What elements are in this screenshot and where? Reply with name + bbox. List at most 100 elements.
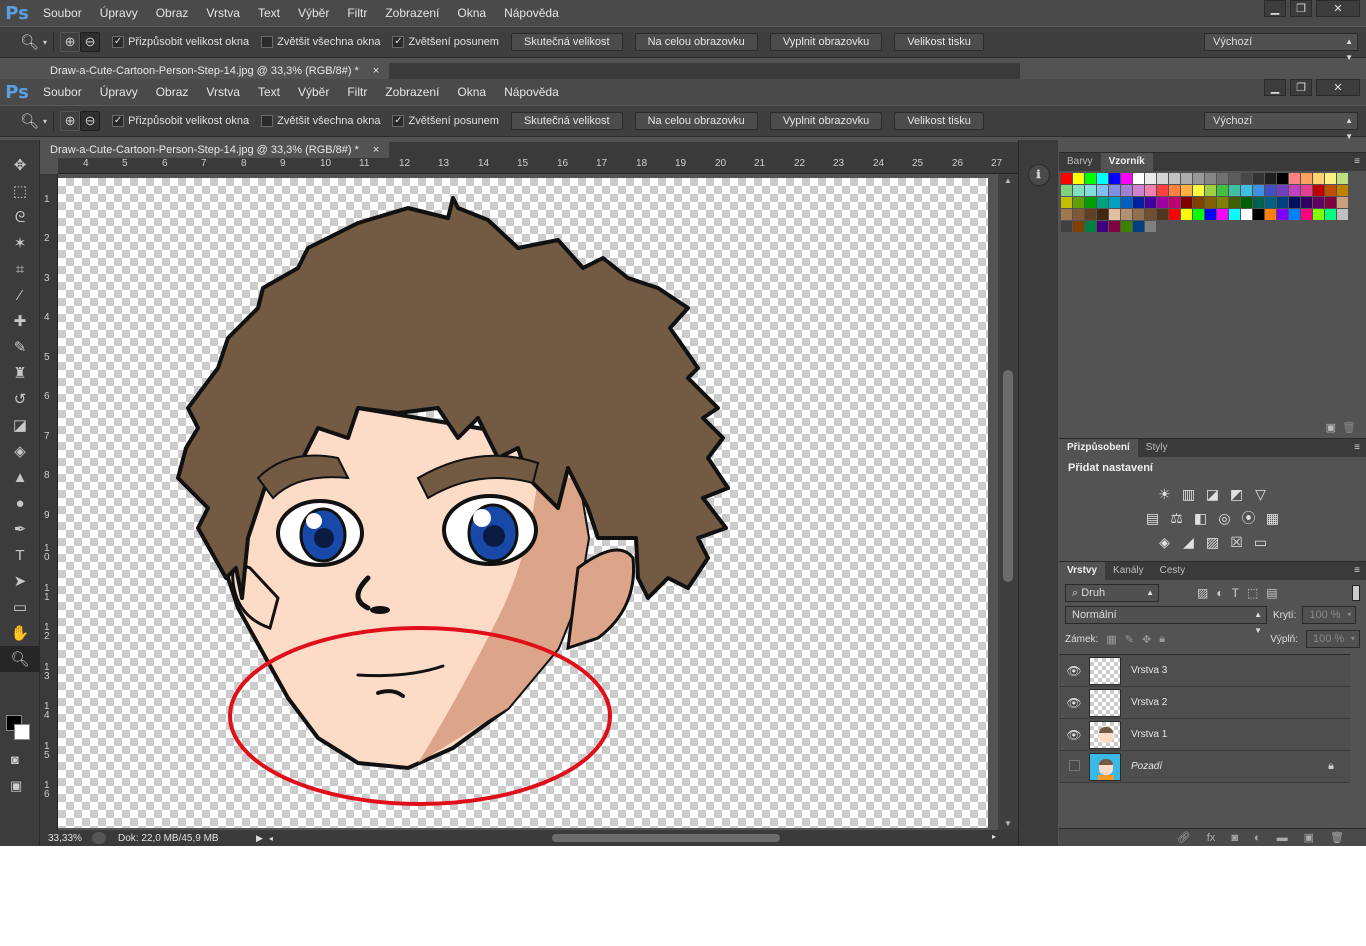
color-swatch[interactable] — [1109, 185, 1120, 196]
checkbox-box[interactable] — [261, 115, 274, 127]
tab-styles[interactable]: Styly — [1138, 439, 1176, 457]
color-swatch[interactable] — [1181, 197, 1192, 208]
color-swatch[interactable] — [1085, 221, 1096, 232]
blend-mode-select[interactable]: Normální ▲ ▼ — [1065, 606, 1267, 635]
color-lookup-icon[interactable]: ▦ — [1264, 509, 1282, 527]
checkbox-zoom-all[interactable]: Zvětšit všechna okna — [261, 115, 380, 127]
quick-mask-icon[interactable]: ◙ — [11, 752, 19, 767]
color-swatch[interactable] — [1253, 209, 1264, 220]
actual-pixels-button[interactable]: Skutečná velikost — [510, 112, 623, 130]
checkbox-resize-windows-ghost[interactable]: ✓ Přizpůsobit velikost okna — [112, 36, 249, 48]
color-swatch[interactable] — [1061, 185, 1072, 196]
color-swatch[interactable] — [1217, 209, 1228, 220]
menu-window[interactable]: Okna — [448, 79, 495, 105]
color-swatch[interactable] — [1253, 197, 1264, 208]
close-button-ghost[interactable]: ✕ — [1316, 0, 1360, 17]
color-swatch[interactable] — [1097, 197, 1108, 208]
info-panel-icon[interactable]: ℹ — [1027, 164, 1050, 186]
menu-help[interactable]: Nápověda — [495, 79, 568, 105]
color-swatch[interactable] — [1289, 173, 1300, 184]
hand-tool-icon[interactable]: ✋ — [0, 620, 40, 646]
color-swatch[interactable] — [1217, 185, 1228, 196]
document-tab-ghost[interactable]: Draw-a-Cute-Cartoon-Person-Step-14.jpg @… — [40, 63, 390, 79]
color-swatch[interactable] — [1301, 185, 1312, 196]
color-swatch[interactable] — [1313, 209, 1324, 220]
panel-menu-icon[interactable]: ≡ — [1354, 153, 1366, 171]
color-swatch[interactable] — [1193, 173, 1204, 184]
color-swatch[interactable] — [1073, 221, 1084, 232]
color-swatch[interactable] — [1169, 197, 1180, 208]
color-swatch[interactable] — [1121, 197, 1132, 208]
color-swatch[interactable] — [1325, 173, 1336, 184]
close-tab-icon[interactable]: × — [373, 142, 379, 158]
color-swatch[interactable] — [1121, 209, 1132, 220]
new-adjustment-layer-icon[interactable]: ◐ — [1254, 832, 1261, 844]
color-swatch[interactable] — [1109, 209, 1120, 220]
menu-file[interactable]: Soubor — [34, 79, 91, 105]
color-swatch[interactable] — [1313, 185, 1324, 196]
lasso-tool-icon[interactable]: ᘓ — [0, 204, 40, 230]
delete-swatch-icon[interactable]: 🗑︎ — [1342, 421, 1356, 434]
color-swatch[interactable] — [1205, 197, 1216, 208]
color-swatch[interactable] — [1145, 173, 1156, 184]
color-swatch[interactable] — [1193, 185, 1204, 196]
clone-stamp-tool-icon[interactable]: ♜ — [0, 360, 40, 386]
menu-filter-ghost[interactable]: Filtr — [338, 0, 376, 26]
color-swatch[interactable] — [1073, 209, 1084, 220]
selective-color-icon[interactable]: ☒ — [1228, 533, 1246, 551]
menu-select[interactable]: Výběr — [289, 79, 338, 105]
zoom-in-icon-ghost[interactable]: ⊕ — [60, 32, 81, 52]
layer-name[interactable]: Pozadí — [1131, 761, 1162, 772]
workspace-select[interactable]: Výchozí ▲ ▼ — [1204, 112, 1358, 141]
type-tool-icon[interactable]: T — [0, 542, 40, 568]
color-swatch[interactable] — [1313, 173, 1324, 184]
scroll-thumb[interactable] — [1003, 370, 1013, 582]
fill-screen-button-ghost[interactable]: Vyplnit obrazovku — [769, 33, 883, 51]
color-swatch[interactable] — [1241, 197, 1252, 208]
checkbox-box[interactable]: ✓ — [392, 36, 405, 48]
color-swatch[interactable] — [1097, 173, 1108, 184]
color-swatch[interactable] — [1241, 185, 1252, 196]
color-swatch[interactable] — [1229, 185, 1240, 196]
status-info-icon[interactable] — [92, 832, 106, 844]
vibrance-icon[interactable]: ▽ — [1252, 485, 1270, 503]
close-tab-icon[interactable]: × — [373, 63, 379, 79]
color-swatch[interactable] — [1169, 173, 1180, 184]
move-tool-icon[interactable]: ✥ — [0, 152, 40, 178]
menu-type[interactable]: Text — [249, 79, 289, 105]
color-swatch[interactable] — [1145, 197, 1156, 208]
color-swatch[interactable] — [1085, 209, 1096, 220]
menu-file-ghost[interactable]: Soubor — [34, 0, 91, 26]
gradient-map-icon[interactable]: ▭ — [1252, 533, 1270, 551]
color-swatch[interactable] — [1097, 221, 1108, 232]
magic-wand-tool-icon[interactable]: ✶ — [0, 230, 40, 256]
color-swatch[interactable] — [1169, 209, 1180, 220]
checkbox-scrubby-zoom-ghost[interactable]: ✓ Zvětšení posunem — [392, 36, 499, 48]
new-layer-icon[interactable]: ▣ — [1304, 831, 1314, 844]
panel-menu-icon[interactable]: ≡ — [1354, 562, 1366, 580]
new-swatch-icon[interactable]: ▣ — [1326, 421, 1336, 434]
color-swatch[interactable] — [1085, 173, 1096, 184]
color-swatch[interactable] — [1337, 197, 1348, 208]
color-swatch[interactable] — [1265, 197, 1276, 208]
print-size-button-ghost[interactable]: Velikost tisku — [894, 33, 984, 51]
color-swatch[interactable] — [1253, 173, 1264, 184]
color-swatch[interactable] — [1061, 221, 1072, 232]
scroll-right-icon[interactable]: ▸ — [992, 832, 996, 841]
color-swatch[interactable] — [1181, 185, 1192, 196]
crop-tool-icon[interactable]: ⌗ — [0, 256, 40, 282]
zoom-tool-icon[interactable]: 🔍︎ — [20, 112, 39, 130]
delete-layer-icon[interactable]: 🗑︎ — [1330, 831, 1344, 844]
checkbox-resize-windows[interactable]: ✓ Přizpůsobit velikost okna — [112, 115, 249, 127]
color-swatch[interactable] — [1301, 197, 1312, 208]
rectangle-tool-icon[interactable]: ▭ — [0, 594, 40, 620]
menu-layer-ghost[interactable]: Vrstva — [197, 0, 249, 26]
menu-type-ghost[interactable]: Text — [249, 0, 289, 26]
scroll-up-icon[interactable]: ▲ — [1004, 176, 1012, 185]
paint-bucket-tool-icon[interactable]: ◈ — [0, 438, 40, 464]
zoom-level[interactable]: 33,33% — [40, 833, 92, 844]
levels-icon[interactable]: ▥ — [1180, 485, 1198, 503]
tab-layers[interactable]: Vrstvy — [1059, 562, 1106, 580]
opacity-field[interactable]: 100 % ▾ — [1302, 606, 1357, 624]
color-swatch[interactable] — [1121, 173, 1132, 184]
